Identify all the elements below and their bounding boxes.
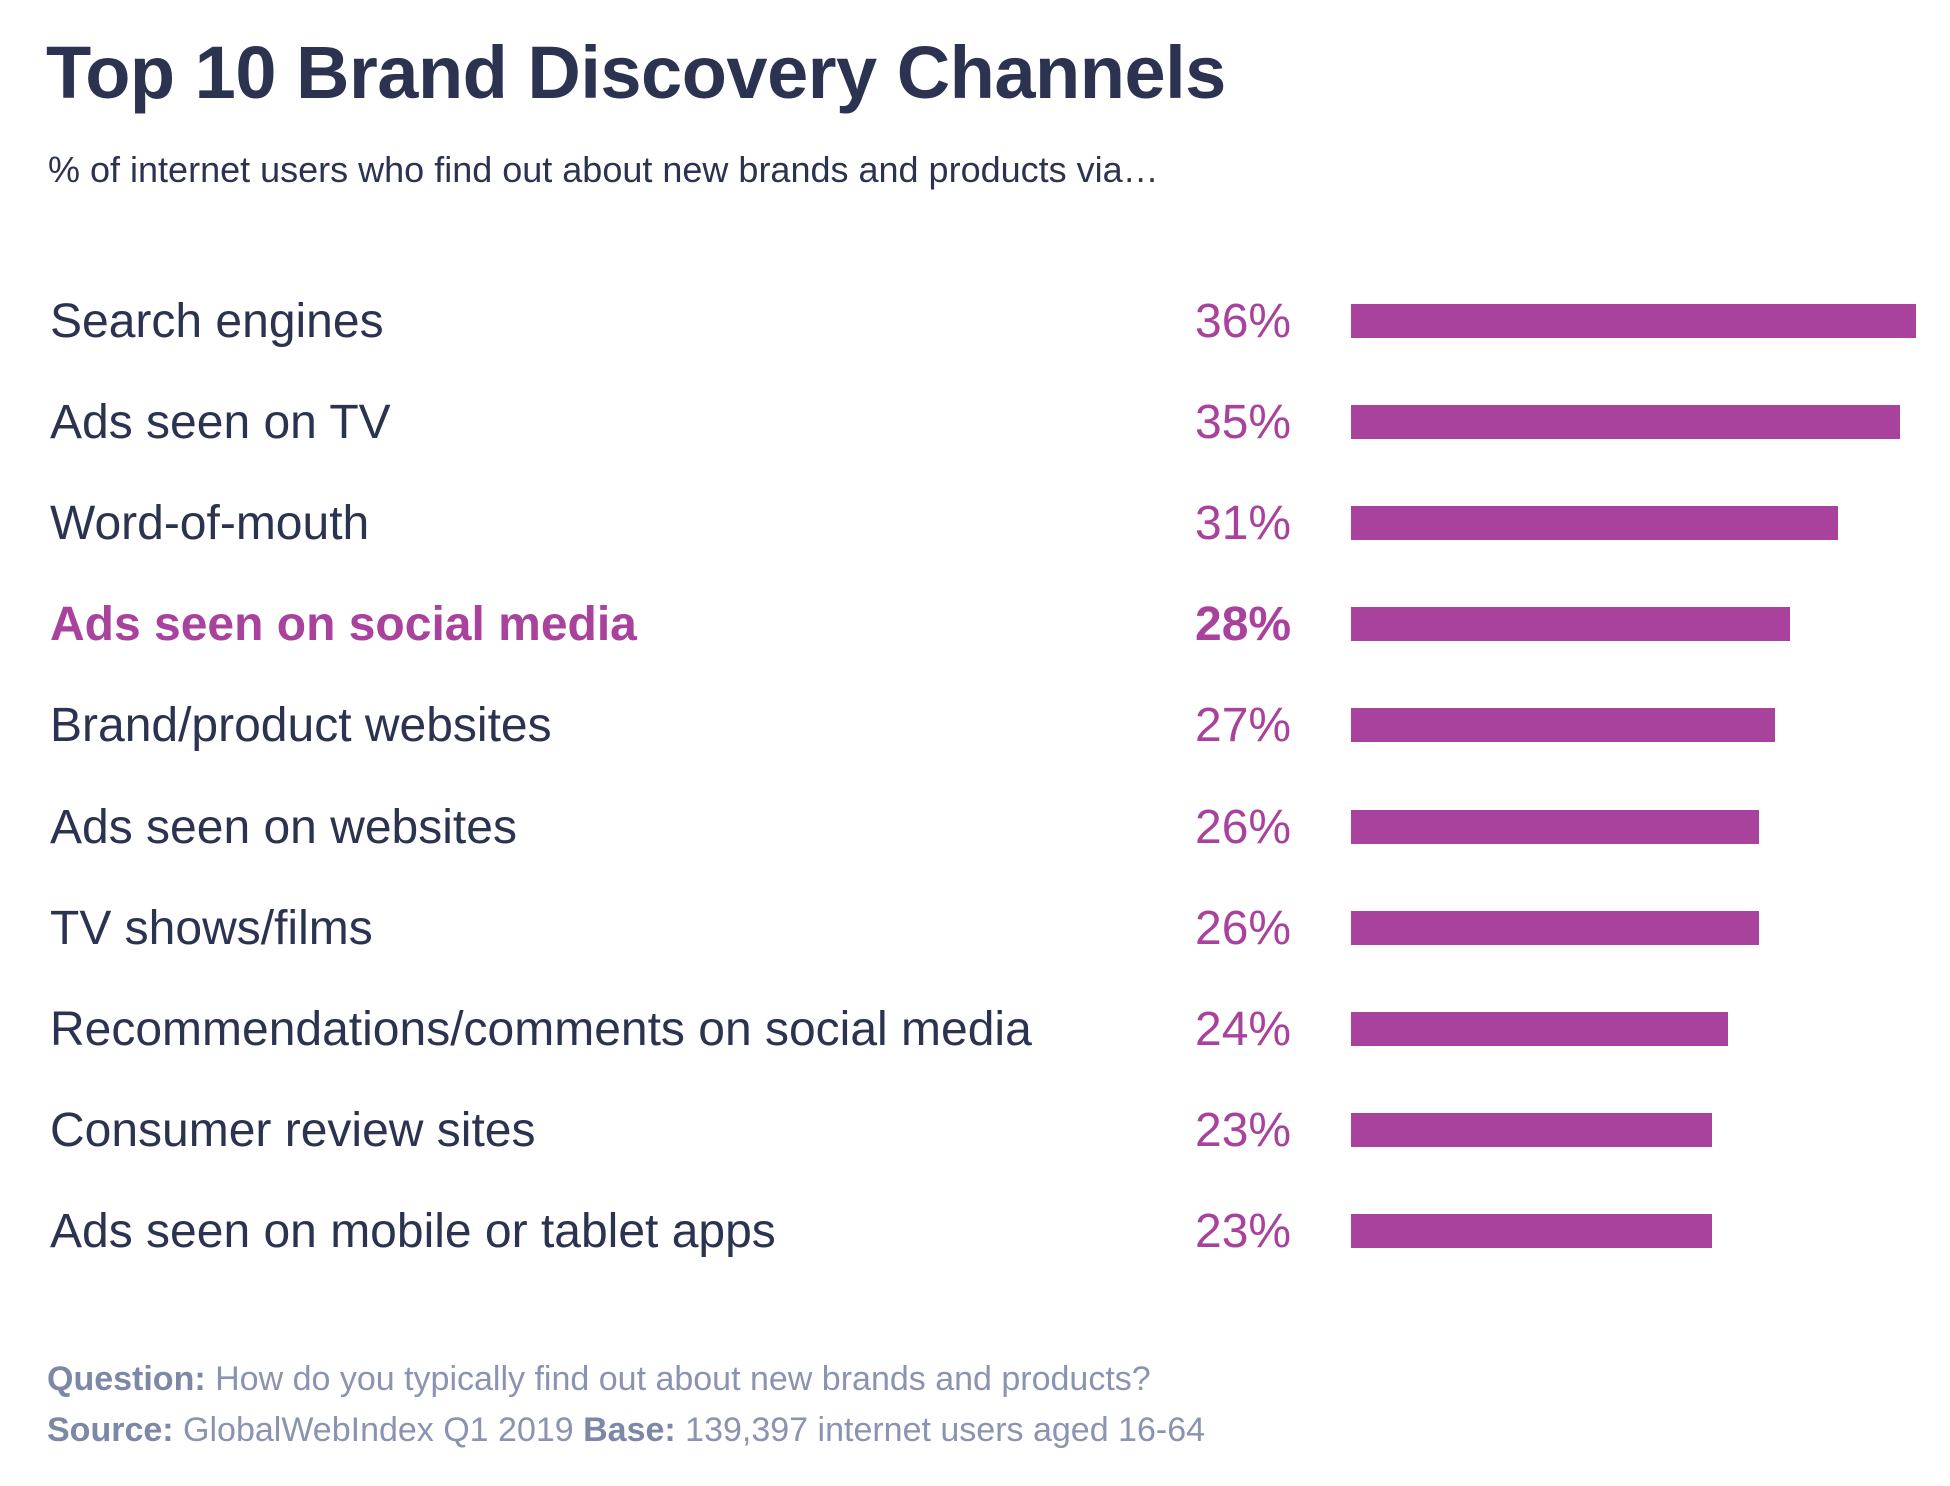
bar: [1351, 708, 1775, 743]
bar: [1351, 304, 1916, 338]
bar-row: TV shows/films 26%: [0, 899, 1950, 959]
chart-subtitle: % of internet users who find out about n…: [48, 149, 1159, 190]
bar: [1351, 1213, 1712, 1248]
bar-row: Search engines 36%: [0, 292, 1950, 352]
category-label: TV shows/films: [50, 901, 373, 955]
value-label: 31%: [1195, 497, 1292, 551]
value-label: 23%: [1195, 1103, 1292, 1157]
value-label: 26%: [1195, 800, 1292, 854]
value-label: 24%: [1195, 1002, 1292, 1056]
bar: [1351, 506, 1838, 541]
question-label: Question:: [47, 1360, 206, 1398]
bar: [1351, 910, 1760, 945]
value-label: 35%: [1195, 396, 1292, 450]
base-text: 139,397 internet users aged 16-64: [675, 1411, 1206, 1449]
footer-source: Source: GlobalWebIndex Q1 2019 Base: 139…: [47, 1413, 1205, 1447]
base-label: Base:: [583, 1411, 676, 1449]
bar-row: Ads seen on websites 26%: [0, 798, 1950, 858]
bar: [1351, 607, 1791, 642]
category-label: Brand/product websites: [50, 699, 552, 753]
bar: [1351, 809, 1760, 844]
value-label: 27%: [1195, 699, 1292, 753]
bar-row: Recommendations/comments on social media…: [0, 1000, 1950, 1060]
footer-question: Question: How do you typically find out …: [47, 1362, 1151, 1396]
category-label: Search engines: [50, 295, 384, 348]
bar-row: Ads seen on mobile or tablet apps 23%: [0, 1202, 1950, 1262]
chart-title: Top 10 Brand Discovery Channels: [46, 31, 1226, 114]
bar: [1351, 405, 1901, 440]
value-label: 36%: [1195, 295, 1292, 348]
category-label: Ads seen on websites: [50, 800, 517, 854]
bar: [1351, 1011, 1728, 1046]
value-label: 23%: [1195, 1204, 1292, 1258]
category-label: Ads seen on TV: [50, 396, 391, 450]
bar: [1351, 1112, 1712, 1147]
category-label: Ads seen on social media: [50, 598, 637, 652]
category-label: Word-of-mouth: [50, 497, 370, 551]
category-label: Ads seen on mobile or tablet apps: [50, 1204, 776, 1258]
source-label: Source:: [47, 1411, 174, 1449]
bar-row: Brand/product websites 27%: [0, 696, 1950, 756]
bar-row: Ads seen on TV 35%: [0, 393, 1950, 453]
question-text: How do you typically find out about new …: [205, 1360, 1151, 1398]
bar-row: Word-of-mouth 31%: [0, 494, 1950, 554]
value-label: 28%: [1195, 598, 1292, 652]
source-text: GlobalWebIndex Q1 2019: [173, 1411, 584, 1449]
category-label: Consumer review sites: [50, 1103, 536, 1157]
bar-row: Consumer review sites 23%: [0, 1101, 1950, 1161]
value-label: 26%: [1195, 901, 1292, 955]
bar-row: Ads seen on social media 28%: [0, 595, 1950, 655]
category-label: Recommendations/comments on social media: [50, 1002, 1032, 1056]
